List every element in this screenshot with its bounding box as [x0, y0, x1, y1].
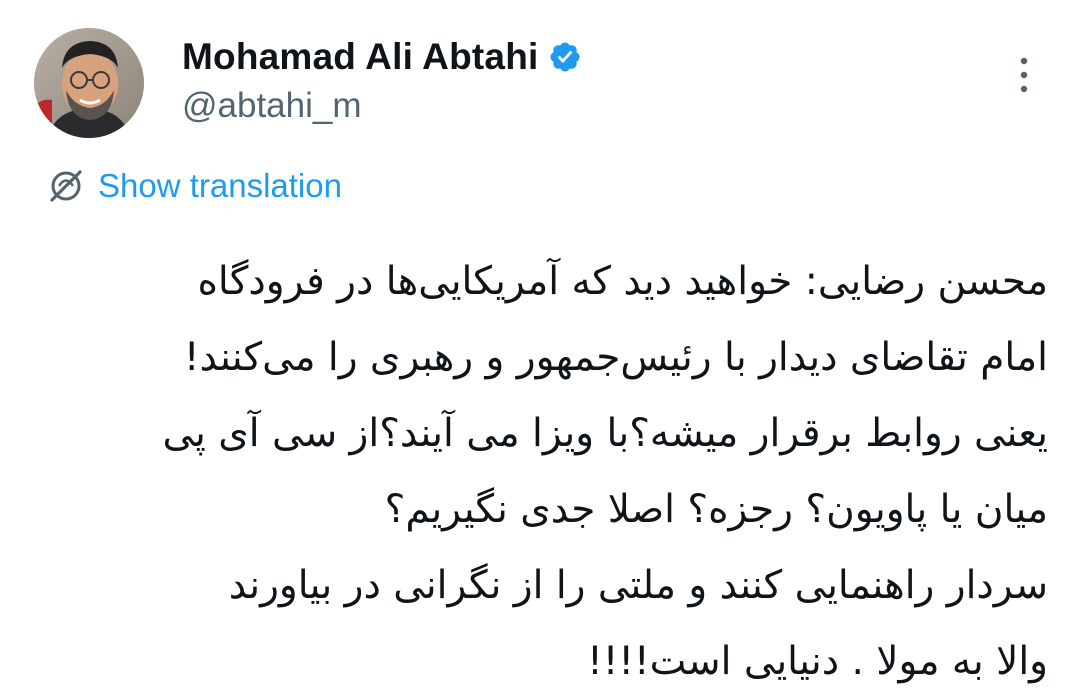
show-translation-label: Show translation: [98, 167, 342, 204]
tweet-line: سردار راهنمایی کنند و ملتی را از نگرانی …: [228, 563, 1048, 608]
display-name[interactable]: Mohamad Ali Abtahi: [182, 36, 538, 78]
user-handle[interactable]: @abtahi_m: [182, 86, 362, 126]
tweet-line: والا به مولا . دنیایی است!!!!: [587, 639, 1048, 684]
verified-badge-icon: [548, 40, 582, 74]
show-translation-button[interactable]: Show translation: [46, 164, 342, 208]
tweet-line: یعنی روابط برقرار میشه؟با ویزا می آیند؟ا…: [162, 411, 1048, 456]
tweet-line: امام تقاضای دیدار با رئیس‌جمهور و رهبری …: [183, 335, 1048, 380]
tweet-header: Mohamad Ali Abtahi @abtahi_m: [34, 28, 1054, 140]
globe-off-icon: [46, 166, 86, 206]
avatar[interactable]: [34, 28, 144, 138]
tweet-line: میان یا پاویون؟ رجزه؟ اصلا جدی نگیریم؟: [384, 487, 1048, 532]
tweet-text: محسن رضایی: خواهید دید که آمریکایی‌ها در…: [40, 244, 1048, 700]
more-vertical-icon[interactable]: [1012, 52, 1036, 98]
name-row: Mohamad Ali Abtahi: [182, 34, 582, 80]
profile-photo-icon: [34, 28, 144, 138]
tweet-line: محسن رضایی: خواهید دید که آمریکایی‌ها در…: [197, 259, 1049, 304]
